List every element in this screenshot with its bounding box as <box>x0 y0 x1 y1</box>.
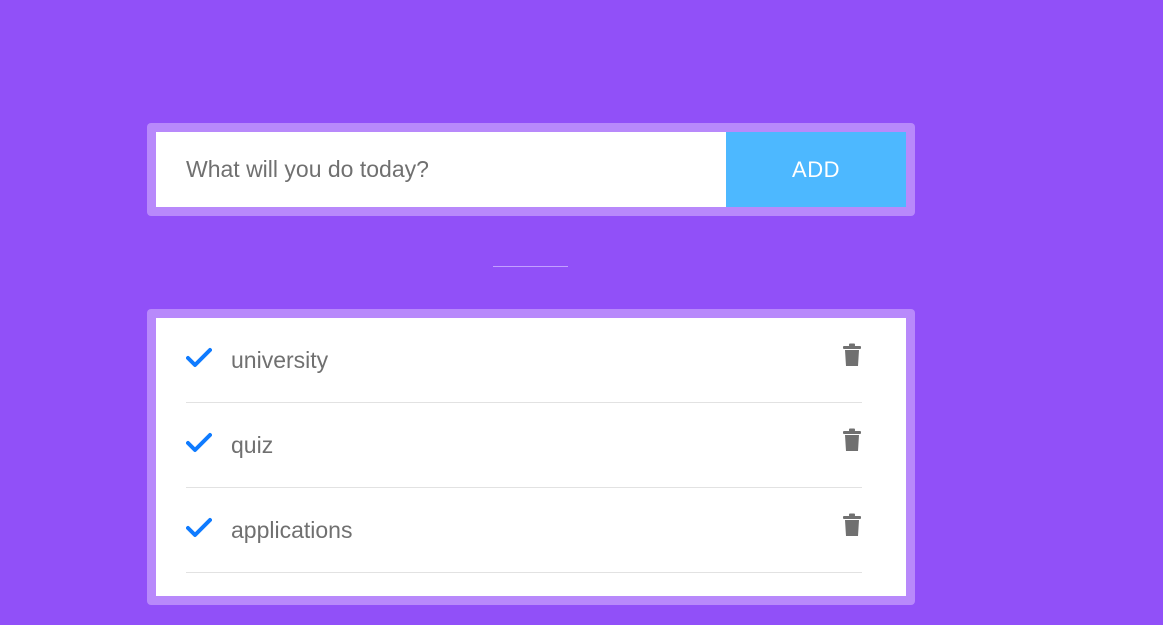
new-todo-card: ADD <box>147 123 915 216</box>
add-button[interactable]: ADD <box>726 132 906 207</box>
check-icon[interactable] <box>186 430 212 456</box>
trash-icon[interactable] <box>842 343 862 367</box>
todo-item: university <box>186 318 862 403</box>
trash-icon[interactable] <box>842 428 862 452</box>
todo-list-card: university quiz applications <box>147 309 915 605</box>
new-todo-row: ADD <box>156 132 906 207</box>
check-icon[interactable] <box>186 345 212 371</box>
todo-item-text: applications <box>231 516 353 543</box>
todo-list: university quiz applications <box>156 318 906 596</box>
check-icon[interactable] <box>186 515 212 541</box>
todo-item: applications <box>186 488 862 573</box>
todo-item-text: quiz <box>231 431 274 458</box>
divider <box>493 266 568 267</box>
todo-item: quiz <box>186 403 862 488</box>
new-todo-input[interactable] <box>156 132 726 207</box>
todo-item-text: university <box>231 346 329 373</box>
trash-icon[interactable] <box>842 513 862 537</box>
